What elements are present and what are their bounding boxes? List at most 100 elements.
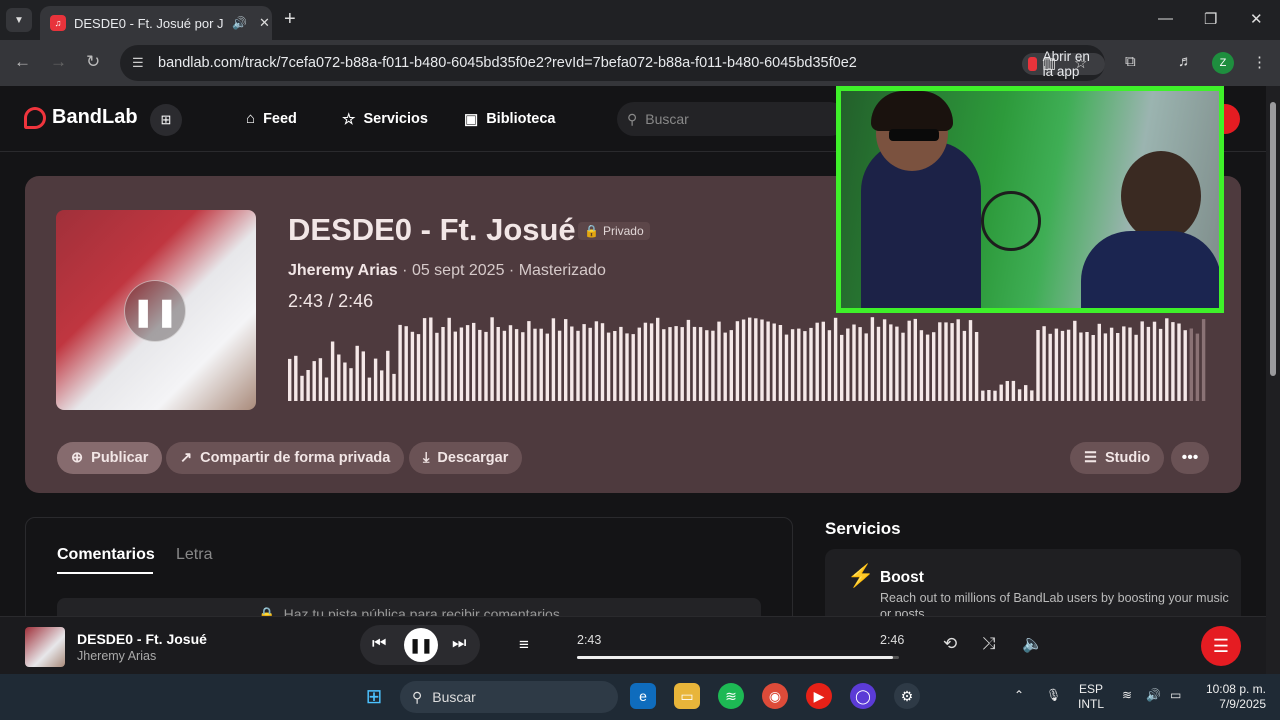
webcam-head-2 bbox=[1121, 151, 1201, 241]
waveform-bar bbox=[343, 362, 347, 401]
brand-name: BandLab bbox=[52, 106, 138, 128]
download-button[interactable]: ⤓ Descargar bbox=[409, 442, 523, 474]
waveform-bar bbox=[373, 358, 378, 401]
profile-avatar[interactable]: Z bbox=[1212, 52, 1234, 74]
tab-title: DESDE0 - Ft. Josué por Jheremy bbox=[74, 15, 224, 31]
waveform-bar bbox=[349, 368, 353, 401]
apps-grid-icon[interactable]: ⊞ bbox=[150, 104, 182, 136]
waveform-bar bbox=[398, 324, 402, 401]
app-circle-icon[interactable]: ◯ bbox=[850, 683, 876, 709]
waveform-bar bbox=[882, 319, 887, 401]
artist-link[interactable]: Jheremy Arias bbox=[288, 262, 398, 279]
browser-menu-icon[interactable]: ⋮ bbox=[1252, 53, 1267, 71]
pause-icon[interactable]: ❚❚ bbox=[404, 628, 438, 662]
waveform-bar bbox=[533, 328, 537, 401]
volume-icon[interactable]: 🔈 bbox=[1022, 634, 1043, 654]
steam-icon[interactable]: ⚙ bbox=[894, 683, 920, 709]
tab-search-button[interactable]: ▼ bbox=[6, 8, 32, 32]
pause-icon[interactable]: ❚❚ bbox=[124, 280, 186, 342]
scrollbar-thumb[interactable] bbox=[1270, 102, 1276, 376]
clock[interactable]: 10:08 p. m. 7/9/2025 bbox=[1196, 682, 1266, 712]
bookmark-star-icon[interactable]: ☆ bbox=[1074, 54, 1087, 72]
language-indicator[interactable]: ESP INTL bbox=[1078, 682, 1104, 712]
nav-services[interactable]: ☆ Servicios bbox=[342, 110, 428, 128]
waveform-bar bbox=[754, 318, 758, 401]
shuffle-icon[interactable]: ⤨ bbox=[982, 634, 996, 654]
back-arrow-icon[interactable]: ← bbox=[14, 52, 31, 72]
minimize-icon[interactable]: — bbox=[1158, 10, 1173, 27]
file-explorer-icon[interactable]: ▭ bbox=[674, 683, 700, 709]
extensions-icon[interactable]: ⧉ bbox=[1125, 53, 1136, 70]
nav-library[interactable]: ▣ Biblioteca bbox=[464, 110, 555, 128]
show-hidden-icons[interactable]: ⌃ bbox=[1014, 688, 1024, 703]
waveform-bar bbox=[306, 370, 310, 401]
share-private-button[interactable]: ↗ Compartir de forma privada bbox=[166, 442, 405, 474]
waveform-bar bbox=[1195, 333, 1200, 401]
microphone-icon[interactable]: 🎙 bbox=[1046, 688, 1061, 703]
player-duration: 2:46 bbox=[880, 633, 905, 647]
waveform-bar bbox=[662, 329, 666, 401]
battery-icon[interactable]: ▭ bbox=[1170, 688, 1181, 703]
bandlab-logo[interactable]: BandLab bbox=[24, 106, 138, 129]
edge-icon[interactable]: e bbox=[630, 683, 656, 709]
menu-list-icon[interactable]: ☰ bbox=[1201, 626, 1241, 666]
tab-comments[interactable]: Comentarios bbox=[57, 546, 155, 564]
tab-lyrics[interactable]: Letra bbox=[176, 546, 212, 564]
waveform-bar bbox=[496, 327, 500, 401]
nav-feed[interactable]: ⌂ Feed bbox=[246, 110, 297, 127]
reading-mode-icon[interactable]: ▥ bbox=[1042, 54, 1056, 72]
address-bar[interactable]: ☰ bandlab.com/track/7cefa072-b88a-f011-b… bbox=[120, 45, 1105, 81]
progress-bar[interactable] bbox=[577, 656, 899, 659]
speaker-icon[interactable]: 🔊 bbox=[1146, 688, 1161, 703]
search-placeholder: Buscar bbox=[645, 111, 689, 127]
publish-button[interactable]: ⊕ Publicar bbox=[57, 442, 163, 474]
waveform-bar bbox=[551, 318, 556, 401]
waveform-bar bbox=[1189, 328, 1193, 401]
track-cover-art[interactable]: ❚❚ bbox=[56, 210, 256, 410]
youtube-music-icon[interactable]: ▶ bbox=[806, 683, 832, 709]
waveform-bar bbox=[1030, 390, 1034, 401]
more-options-icon[interactable]: ••• bbox=[1171, 442, 1209, 474]
site-info-icon[interactable]: ☰ bbox=[132, 55, 144, 71]
search-input[interactable]: ⚲ Buscar bbox=[617, 102, 847, 136]
waveform-bar bbox=[987, 390, 991, 401]
forward-arrow-icon[interactable]: → bbox=[50, 52, 67, 72]
player-artist[interactable]: Jheremy Arias bbox=[77, 649, 156, 663]
repeat-icon[interactable]: ⟲ bbox=[943, 634, 957, 654]
media-control-icon[interactable]: ♬ bbox=[1178, 53, 1193, 70]
taskbar-search[interactable]: ⚲ Buscar bbox=[400, 681, 618, 713]
restore-icon[interactable]: ❐ bbox=[1204, 10, 1217, 28]
waveform-bar bbox=[766, 321, 770, 401]
waveform-bar bbox=[748, 317, 752, 401]
new-tab-button[interactable]: + bbox=[284, 8, 296, 31]
reload-icon[interactable]: ↻ bbox=[86, 52, 100, 72]
close-tab-icon[interactable]: ✕ bbox=[259, 15, 270, 31]
previous-track-icon[interactable]: ⏮ bbox=[372, 635, 386, 653]
player-bar: DESDE0 - Ft. Josué Jheremy Arias ⏮ ❚❚ ⏭ … bbox=[0, 616, 1266, 674]
close-window-icon[interactable]: ✕ bbox=[1250, 10, 1263, 28]
waveform-bar bbox=[312, 361, 316, 401]
queue-icon[interactable]: ≡ bbox=[519, 635, 529, 655]
waveform-bar bbox=[711, 330, 715, 401]
player-title[interactable]: DESDE0 - Ft. Josué bbox=[77, 631, 207, 647]
windows-start-icon[interactable]: ⊞ bbox=[361, 683, 387, 709]
waveform-bar bbox=[698, 327, 703, 401]
waveform[interactable] bbox=[288, 313, 1208, 401]
chrome-icon[interactable]: ◉ bbox=[762, 683, 788, 709]
studio-button[interactable]: ☰ Studio bbox=[1070, 442, 1165, 474]
waveform-bar bbox=[760, 319, 764, 401]
page-scrollbar[interactable] bbox=[1266, 86, 1280, 674]
services-heading: Servicios bbox=[825, 519, 901, 538]
progress-fill bbox=[577, 656, 894, 659]
audio-playing-icon[interactable]: 🔊 bbox=[232, 16, 247, 30]
browser-tabstrip: ▼ ♫ DESDE0 - Ft. Josué por Jheremy 🔊 ✕ +… bbox=[0, 0, 1280, 40]
waveform-bar bbox=[472, 322, 476, 401]
spotify-icon[interactable]: ≋ bbox=[718, 683, 744, 709]
player-thumbnail[interactable] bbox=[25, 627, 65, 667]
browser-tab-active[interactable]: ♫ DESDE0 - Ft. Josué por Jheremy 🔊 ✕ bbox=[40, 6, 272, 40]
waveform-bar bbox=[606, 332, 611, 401]
open-in-app-button[interactable]: Abrir en la app bbox=[1022, 49, 1105, 79]
waveform-bar bbox=[392, 373, 396, 401]
wifi-icon[interactable]: ≋ bbox=[1122, 688, 1132, 703]
next-track-icon[interactable]: ⏭ bbox=[452, 635, 466, 653]
